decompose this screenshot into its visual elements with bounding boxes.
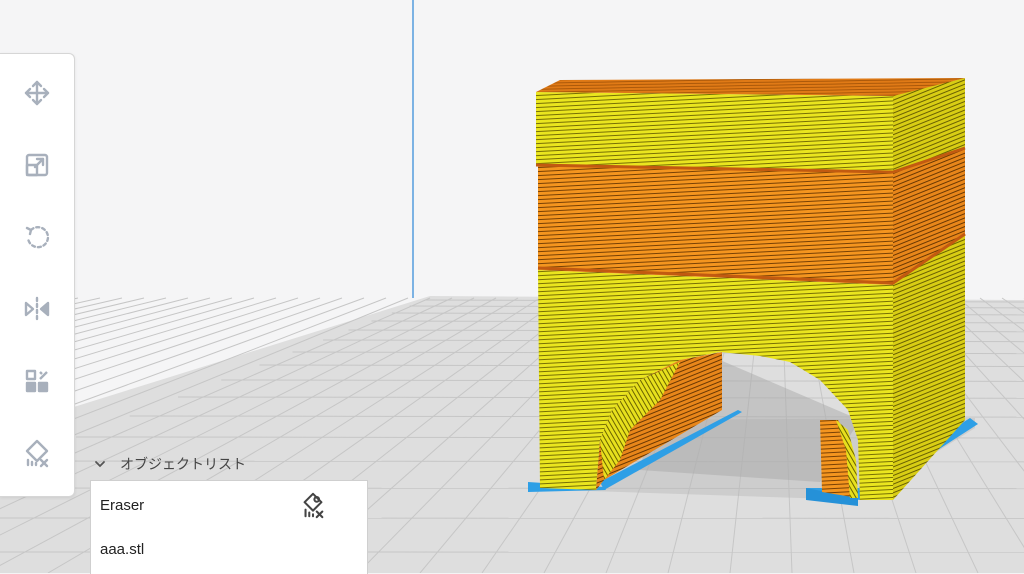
chevron-down-icon (94, 458, 106, 470)
object-list-toggle[interactable]: オブジェクトリスト (90, 452, 290, 476)
per-model-settings-tool-button[interactable] (18, 362, 56, 400)
support-blocker-tool-button[interactable] (18, 434, 56, 472)
mirror-tool-button[interactable] (18, 290, 56, 328)
object-list-title: オブジェクトリスト (120, 454, 246, 474)
support-blocker-icon (299, 491, 327, 519)
scale-icon (22, 150, 52, 180)
object-list-item-model[interactable]: aaa.stl (91, 527, 367, 571)
per-model-settings-icon (22, 366, 52, 396)
move-tool-button[interactable] (18, 74, 56, 112)
object-list-item-eraser[interactable]: Eraser (91, 483, 367, 527)
transform-toolbar (0, 53, 75, 497)
object-name: Eraser (100, 497, 144, 514)
object-name: aaa.stl (100, 541, 144, 558)
object-list-panel: Eraser aaa.stl (90, 480, 368, 574)
model-front-face-band (538, 165, 893, 285)
scale-tool-button[interactable] (18, 146, 56, 184)
rotate-tool-button[interactable] (18, 218, 56, 256)
model-front-face-top (536, 92, 893, 172)
move-icon (22, 78, 52, 108)
mirror-icon (22, 294, 52, 324)
support-blocker-icon (22, 438, 52, 468)
rotate-icon (22, 222, 52, 252)
